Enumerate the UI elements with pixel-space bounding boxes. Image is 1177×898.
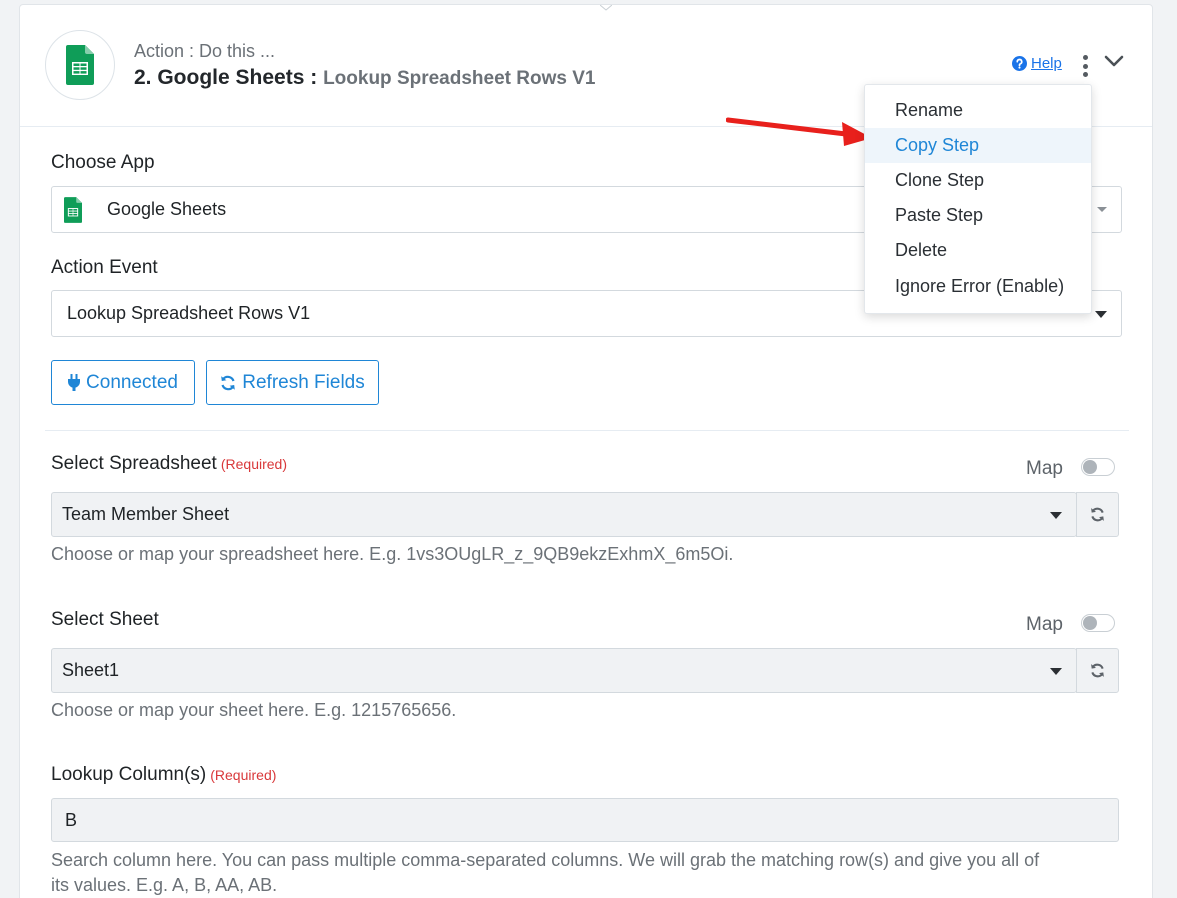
- menu-item-clone-step[interactable]: Clone Step: [865, 163, 1091, 198]
- refresh-icon: [1091, 663, 1104, 678]
- map-label: Map: [1026, 614, 1063, 635]
- required-tag: (Required): [220, 456, 287, 472]
- choose-app-value: Google Sheets: [107, 199, 227, 219]
- connected-button[interactable]: Connected: [51, 360, 195, 405]
- caret-down-icon: [1050, 511, 1062, 519]
- lookup-column-text: Lookup Column(s): [51, 764, 207, 785]
- sheet-value: Sheet1: [62, 660, 120, 680]
- refresh-fields-label: Refresh Fields: [242, 371, 365, 393]
- spreadsheet-map-toggle[interactable]: [1081, 458, 1115, 476]
- select-sheet-label: Select Sheet: [51, 609, 159, 630]
- refresh-icon: [221, 375, 236, 390]
- select-spreadsheet-label: Select Spreadsheet (Required): [51, 453, 287, 475]
- sheet-help-text: Choose or map your sheet here. E.g. 1215…: [51, 700, 457, 720]
- spreadsheet-value: Team Member Sheet: [62, 504, 230, 524]
- spreadsheet-refresh-button[interactable]: [1076, 492, 1119, 537]
- caret-down-icon: [1097, 206, 1107, 212]
- menu-item-rename[interactable]: Rename: [865, 93, 1091, 128]
- action-event-value: Lookup Spreadsheet Rows V1: [67, 303, 311, 323]
- lookup-column-value: B: [65, 809, 78, 830]
- select-spreadsheet-text: Select Spreadsheet: [51, 453, 217, 474]
- step-title-event: Lookup Spreadsheet Rows V1: [323, 68, 596, 89]
- lookup-column-label: Lookup Column(s) (Required): [51, 764, 276, 786]
- chevron-down-icon[interactable]: [1103, 53, 1125, 69]
- map-label: Map: [1026, 458, 1063, 479]
- help-label: Help: [1031, 55, 1062, 72]
- menu-item-ignore-error[interactable]: Ignore Error (Enable): [865, 269, 1091, 304]
- menu-item-copy-step[interactable]: Copy Step: [865, 128, 1091, 163]
- lookup-column-help-line2: its values. E.g. A, B, AA, AB.: [51, 875, 278, 895]
- app-logo: [45, 30, 115, 100]
- spreadsheet-help-text: Choose or map your spreadsheet here. E.g…: [51, 544, 734, 564]
- caret-down-icon: [1050, 667, 1062, 675]
- action-event-label: Action Event: [51, 257, 158, 278]
- choose-app-label: Choose App: [51, 152, 155, 173]
- lookup-column-help-line1: Search column here. You can pass multipl…: [51, 850, 1040, 870]
- annotation-arrow: [726, 117, 872, 146]
- connected-label: Connected: [86, 371, 178, 393]
- step-title: 2. Google Sheets : Lookup Spreadsheet Ro…: [134, 66, 595, 90]
- lookup-column-input[interactable]: B: [51, 798, 1119, 842]
- google-sheets-icon: [64, 196, 82, 223]
- step-title-app: 2. Google Sheets :: [134, 66, 318, 89]
- refresh-fields-button[interactable]: Refresh Fields: [206, 360, 379, 405]
- help-link[interactable]: Help: [1012, 55, 1062, 72]
- google-sheets-icon: [66, 45, 94, 85]
- question-circle-icon: [1012, 56, 1027, 71]
- section-divider: [45, 430, 1129, 431]
- more-options-icon[interactable]: [1079, 55, 1091, 77]
- spreadsheet-select[interactable]: Team Member Sheet: [51, 492, 1077, 537]
- menu-item-delete[interactable]: Delete: [865, 233, 1091, 268]
- required-tag: (Required): [210, 767, 277, 783]
- step-options-menu: Rename Copy Step Clone Step Paste Step D…: [864, 84, 1092, 314]
- sheet-map-toggle[interactable]: [1081, 614, 1115, 632]
- menu-item-paste-step[interactable]: Paste Step: [865, 198, 1091, 233]
- sheet-refresh-button[interactable]: [1076, 648, 1119, 693]
- step-subtitle: Action : Do this ...: [134, 41, 276, 61]
- sheet-select[interactable]: Sheet1: [51, 648, 1077, 693]
- caret-down-icon: [1095, 310, 1107, 318]
- plug-icon: [68, 374, 81, 391]
- refresh-icon: [1091, 507, 1104, 522]
